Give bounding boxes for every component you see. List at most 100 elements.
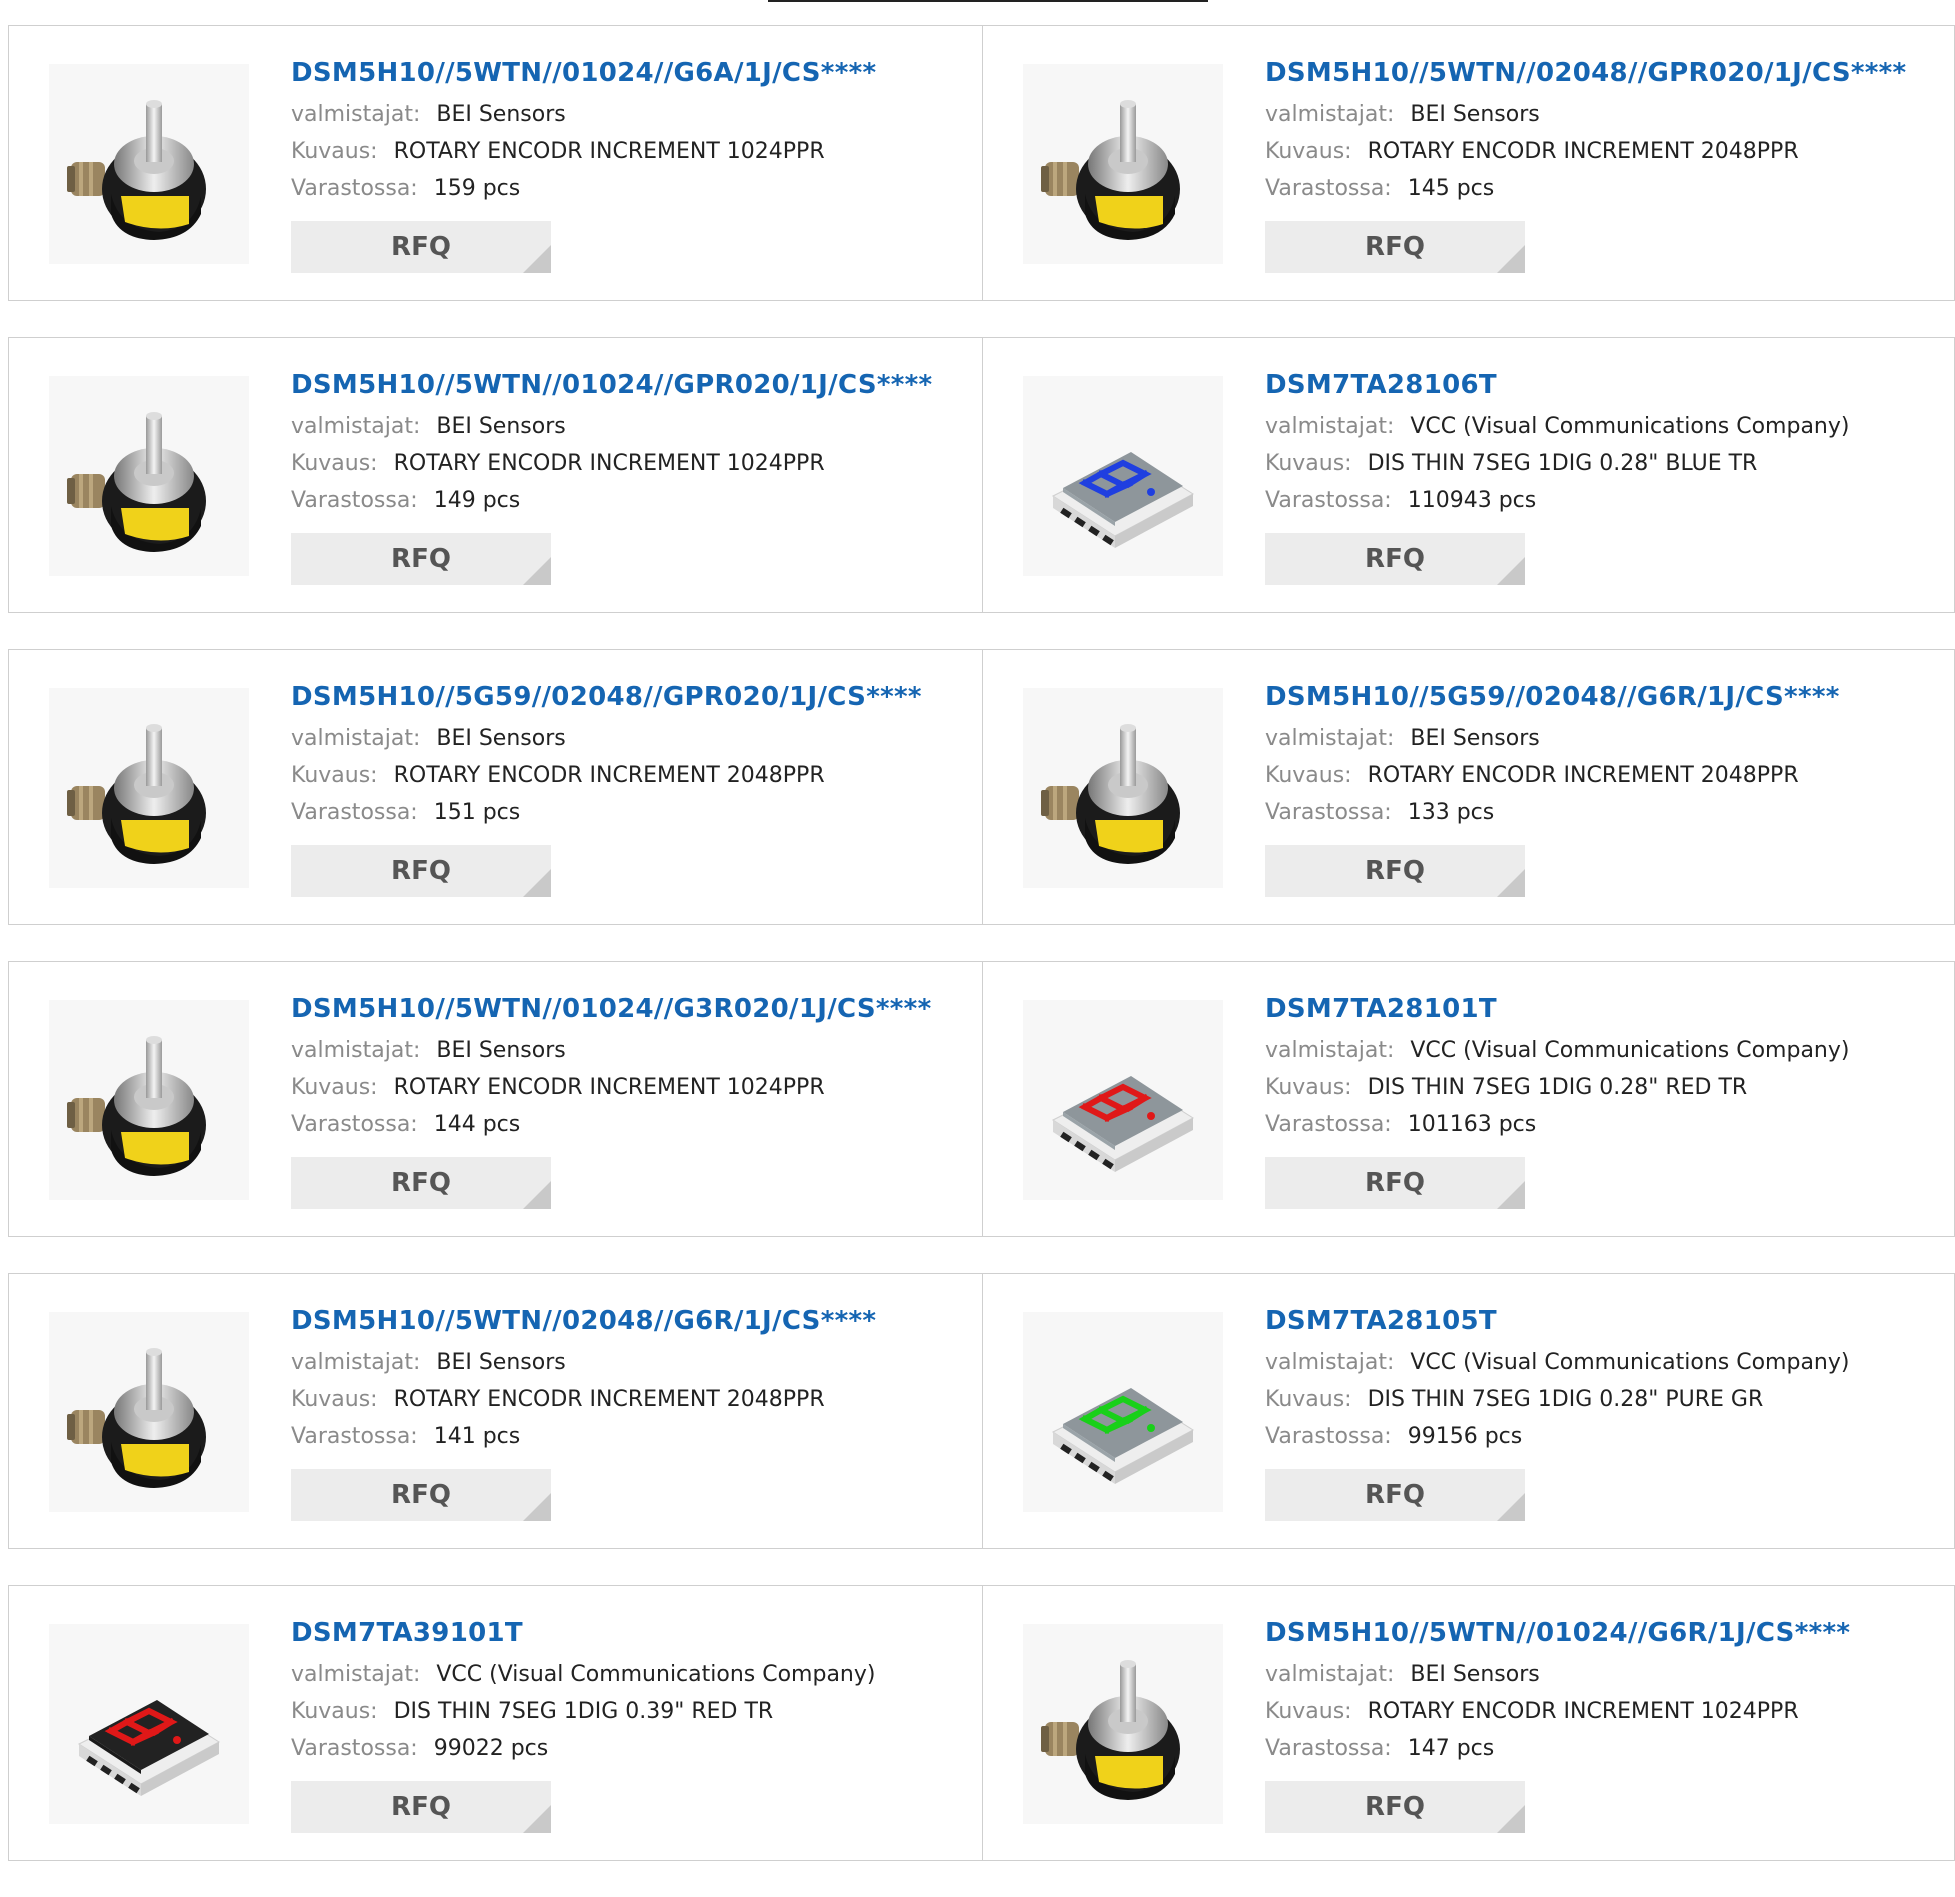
rotary-encoder-image[interactable] [49, 64, 249, 264]
product-card: DSM5H10//5WTN//01024//G6R/1J/CS**** valm… [983, 1585, 1955, 1861]
product-title-link[interactable]: DSM7TA28105T [1265, 1304, 1954, 1338]
product-card: DSM5H10//5WTN//01024//GPR020/1J/CS**** v… [8, 337, 983, 613]
product-info: DSM5H10//5WTN//01024//G6A/1J/CS**** valm… [291, 56, 982, 273]
product-title-link[interactable]: DSM7TA28106T [1265, 368, 1954, 402]
stock-value: 159 pcs [433, 176, 521, 201]
manufacturer-label: valmistajat: [291, 1350, 421, 1375]
stock-line: Varastossa: 147 pcs [1265, 1730, 1954, 1767]
product-title-link[interactable]: DSM7TA28101T [1265, 992, 1954, 1026]
stock-line: Varastossa: 151 pcs [291, 794, 982, 831]
product-info: DSM5H10//5WTN//02048//GPR020/1J/CS**** v… [1265, 56, 1954, 273]
description-label: Kuvaus: [291, 1699, 378, 1724]
description-line: Kuvaus: DIS THIN 7SEG 1DIG 0.39" RED TR [291, 1693, 982, 1730]
manufacturer-label: valmistajat: [1265, 726, 1395, 751]
description-value: ROTARY ENCODR INCREMENT 2048PPR [393, 1387, 825, 1412]
description-label: Kuvaus: [1265, 451, 1352, 476]
rotary-encoder-image[interactable] [49, 376, 249, 576]
description-line: Kuvaus: ROTARY ENCODR INCREMENT 2048PPR [291, 1381, 982, 1418]
rotary-encoder-image[interactable] [1023, 688, 1223, 888]
manufacturer-line: valmistajat: BEI Sensors [291, 96, 982, 133]
rfq-button[interactable]: RFQ [291, 533, 551, 585]
rfq-button-label: RFQ [391, 856, 451, 886]
manufacturer-value: VCC (Visual Communications Company) [1410, 1038, 1850, 1063]
product-row: DSM5H10//5WTN//01024//G3R020/1J/CS**** v… [8, 961, 1955, 1237]
stock-label: Varastossa: [1265, 1112, 1392, 1137]
rfq-button[interactable]: RFQ [1265, 1157, 1525, 1209]
rotary-encoder-image[interactable] [1023, 1624, 1223, 1824]
stock-line: Varastossa: 159 pcs [291, 170, 982, 207]
stock-label: Varastossa: [291, 488, 418, 513]
product-title-link[interactable]: DSM5H10//5WTN//01024//G6R/1J/CS**** [1265, 1616, 1954, 1650]
stock-label: Varastossa: [1265, 1736, 1392, 1761]
product-title-link[interactable]: DSM5H10//5WTN//01024//GPR020/1J/CS**** [291, 368, 982, 402]
stock-line: Varastossa: 101163 pcs [1265, 1106, 1954, 1143]
description-label: Kuvaus: [291, 139, 378, 164]
rfq-button[interactable]: RFQ [1265, 1781, 1525, 1833]
manufacturer-label: valmistajat: [1265, 1350, 1395, 1375]
corner-fold-icon [1497, 1493, 1525, 1521]
manufacturer-label: valmistajat: [291, 414, 421, 439]
rotary-encoder-image[interactable] [49, 1000, 249, 1200]
description-label: Kuvaus: [1265, 763, 1352, 788]
manufacturer-line: valmistajat: VCC (Visual Communications C… [1265, 1344, 1954, 1381]
stock-label: Varastossa: [1265, 176, 1392, 201]
description-label: Kuvaus: [291, 763, 378, 788]
manufacturer-line: valmistajat: VCC (Visual Communications C… [1265, 1032, 1954, 1069]
description-value: ROTARY ENCODR INCREMENT 1024PPR [393, 139, 825, 164]
corner-fold-icon [523, 245, 551, 273]
product-title-link[interactable]: DSM5H10//5G59//02048//G6R/1J/CS**** [1265, 680, 1954, 714]
product-title-link[interactable]: DSM5H10//5WTN//01024//G3R020/1J/CS**** [291, 992, 982, 1026]
product-info: DSM5H10//5G59//02048//G6R/1J/CS**** valm… [1265, 680, 1954, 897]
stock-value: 151 pcs [433, 800, 521, 825]
stock-line: Varastossa: 99156 pcs [1265, 1418, 1954, 1455]
seven-segment-display-dark-image[interactable] [49, 1624, 249, 1824]
rfq-button[interactable]: RFQ [291, 1469, 551, 1521]
description-value: DIS THIN 7SEG 1DIG 0.28" PURE GR [1367, 1387, 1764, 1412]
rfq-button[interactable]: RFQ [1265, 533, 1525, 585]
description-line: Kuvaus: DIS THIN 7SEG 1DIG 0.28" PURE GR [1265, 1381, 1954, 1418]
product-card: DSM7TA28101T valmistajat: VCC (Visual Com… [983, 961, 1955, 1237]
manufacturer-line: valmistajat: BEI Sensors [291, 1344, 982, 1381]
rfq-button[interactable]: RFQ [1265, 1469, 1525, 1521]
manufacturer-value: BEI Sensors [436, 1350, 566, 1375]
manufacturer-label: valmistajat: [291, 1038, 421, 1063]
corner-fold-icon [1497, 557, 1525, 585]
rfq-button-label: RFQ [1365, 232, 1425, 262]
corner-fold-icon [1497, 1181, 1525, 1209]
product-row: DSM5H10//5WTN//02048//G6R/1J/CS**** valm… [8, 1273, 1955, 1549]
corner-fold-icon [1497, 245, 1525, 273]
product-title-link[interactable]: DSM7TA39101T [291, 1616, 982, 1650]
seven-segment-display-image[interactable] [1023, 1000, 1223, 1200]
description-value: ROTARY ENCODR INCREMENT 1024PPR [1367, 1699, 1799, 1724]
rfq-button[interactable]: RFQ [291, 1781, 551, 1833]
product-title-link[interactable]: DSM5H10//5WTN//02048//G6R/1J/CS**** [291, 1304, 982, 1338]
description-label: Kuvaus: [291, 1387, 378, 1412]
seven-segment-display-image[interactable] [1023, 1312, 1223, 1512]
rotary-encoder-image[interactable] [49, 1312, 249, 1512]
manufacturer-value: BEI Sensors [436, 102, 566, 127]
rfq-button[interactable]: RFQ [291, 221, 551, 273]
product-title-link[interactable]: DSM5H10//5WTN//02048//GPR020/1J/CS**** [1265, 56, 1954, 90]
rotary-encoder-image[interactable] [1023, 64, 1223, 264]
corner-fold-icon [523, 557, 551, 585]
seven-segment-display-image[interactable] [1023, 376, 1223, 576]
product-info: DSM5H10//5WTN//01024//G3R020/1J/CS**** v… [291, 992, 982, 1209]
product-info: DSM7TA28101T valmistajat: VCC (Visual Com… [1265, 992, 1954, 1209]
rfq-button[interactable]: RFQ [291, 845, 551, 897]
product-title-link[interactable]: DSM5H10//5WTN//01024//G6A/1J/CS**** [291, 56, 982, 90]
stock-label: Varastossa: [1265, 800, 1392, 825]
description-line: Kuvaus: ROTARY ENCODR INCREMENT 1024PPR [291, 445, 982, 482]
manufacturer-line: valmistajat: BEI Sensors [291, 720, 982, 757]
description-value: DIS THIN 7SEG 1DIG 0.39" RED TR [393, 1699, 774, 1724]
rotary-encoder-image[interactable] [49, 688, 249, 888]
manufacturer-value: BEI Sensors [436, 726, 566, 751]
description-label: Kuvaus: [291, 451, 378, 476]
product-card: DSM5H10//5WTN//01024//G6A/1J/CS**** valm… [8, 25, 983, 301]
product-title-link[interactable]: DSM5H10//5G59//02048//GPR020/1J/CS**** [291, 680, 982, 714]
rfq-button[interactable]: RFQ [1265, 845, 1525, 897]
rfq-button[interactable]: RFQ [291, 1157, 551, 1209]
product-card: DSM7TA39101T valmistajat: VCC (Visual Com… [8, 1585, 983, 1861]
description-line: Kuvaus: ROTARY ENCODR INCREMENT 2048PPR [291, 757, 982, 794]
rfq-button[interactable]: RFQ [1265, 221, 1525, 273]
manufacturer-label: valmistajat: [1265, 414, 1395, 439]
